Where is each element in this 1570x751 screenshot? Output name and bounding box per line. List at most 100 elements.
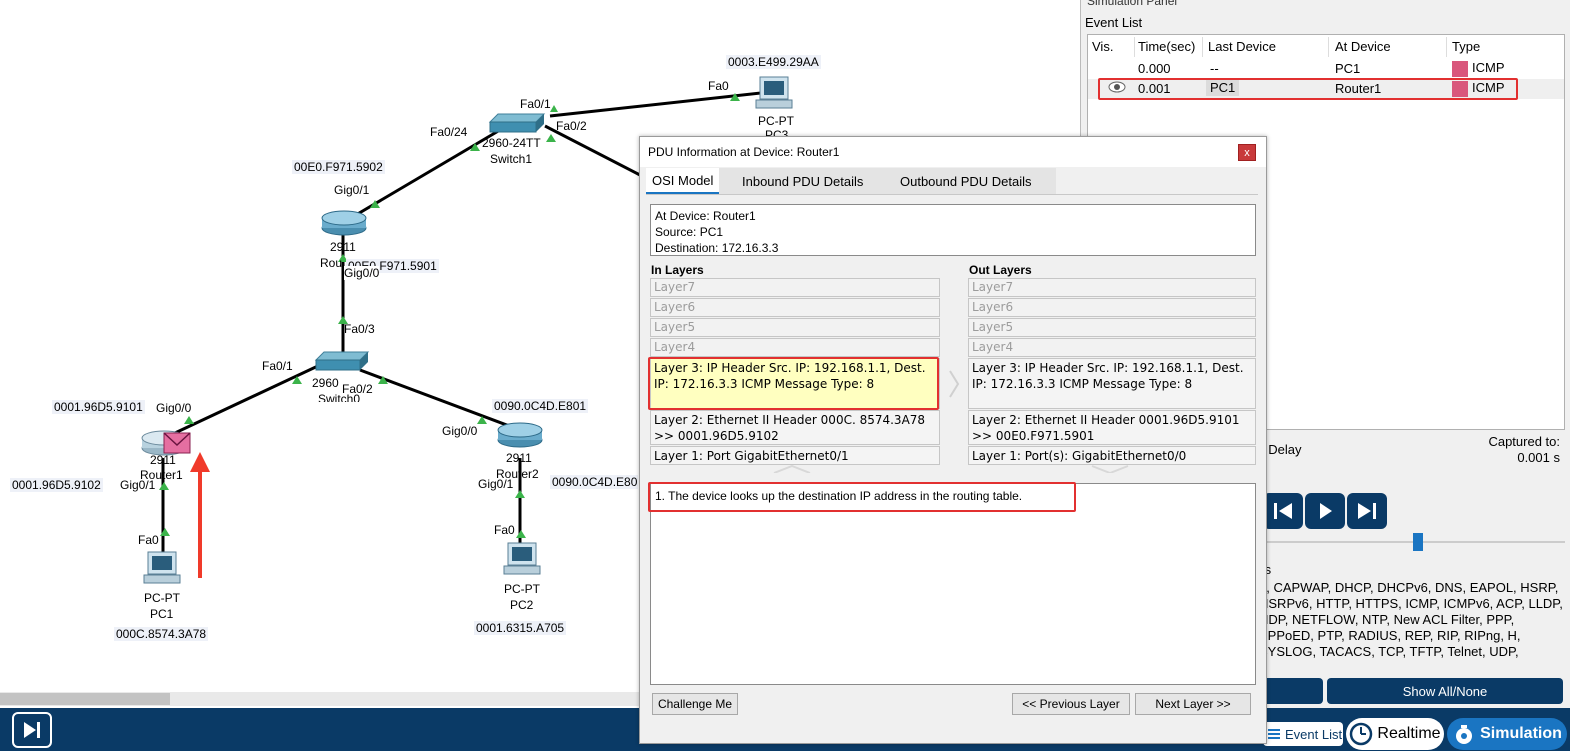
pc2-model-label: PC-PT (504, 582, 540, 596)
event-row[interactable]: 0.000 -- PC1 ICMP (1088, 59, 1564, 79)
pc3-name-label: PC3 (765, 128, 789, 136)
realtime-mode-button[interactable]: Realtime (1346, 718, 1444, 750)
next-layer-button[interactable]: Next Layer >> (1135, 693, 1251, 715)
switch1-icon[interactable] (488, 113, 546, 133)
col-separator (1202, 37, 1203, 57)
router0-mac-top-label: 00E0.F971.5902 (292, 160, 385, 174)
clock-icon (1350, 722, 1373, 746)
pc3-mac-label: 0003.E499.29AA (726, 55, 821, 69)
chevron-down-icon (1091, 465, 1129, 473)
sw0-port-fa0-1-label: Fa0/1 (262, 359, 293, 373)
edit-filters-button[interactable] (1259, 678, 1323, 704)
canvas-horizontal-scrollbar[interactable] (0, 692, 640, 706)
pc2-port-label: Fa0 (494, 523, 515, 537)
tab-osi-model[interactable]: OSI Model (646, 168, 720, 194)
tab-inbound-pdu-details[interactable]: Inbound PDU Details (736, 168, 869, 194)
router2-gig0-1-label: Gig0/1 (478, 477, 514, 491)
out-layer-5[interactable]: Layer5 (968, 318, 1256, 337)
dialog-title: PDU Information at Device: Router1 (648, 145, 840, 159)
scrollbar-thumb[interactable] (0, 693, 170, 705)
dialog-titlebar[interactable]: PDU Information at Device: Router1 x (640, 137, 1266, 167)
out-layers-title: Out Layers (969, 263, 1032, 277)
skip-forward-icon (24, 722, 40, 738)
col-type[interactable]: Type (1452, 39, 1480, 54)
sw1-port-fa0-2-label: Fa0/2 (556, 119, 587, 133)
skip-back-icon (1274, 503, 1292, 519)
router1-gig0-0-label: Gig0/0 (156, 401, 192, 415)
col-last-device[interactable]: Last Device (1208, 39, 1276, 54)
tab-outbound-pdu-details[interactable]: Outbound PDU Details (894, 168, 1038, 194)
pc1-icon[interactable] (143, 551, 181, 584)
back-button[interactable] (1263, 493, 1303, 529)
col-time[interactable]: Time(sec) (1138, 39, 1195, 54)
layer-description-box: 1. The device looks up the destination I… (650, 483, 1256, 685)
col-separator (1328, 37, 1329, 57)
router2-mac-top-label: 0090.0C4D.E801 (492, 399, 589, 413)
tab-divider (646, 194, 1258, 195)
event-list-title: Event List (1085, 15, 1143, 30)
pc2-icon[interactable] (503, 542, 541, 575)
selected-event-highlight (1098, 78, 1518, 100)
in-layer-2[interactable]: Layer 2: Ethernet II Header 000C. 8574.3… (650, 410, 940, 445)
router1-model-label: 2911 (150, 453, 176, 467)
event-list-button[interactable]: Event List (1263, 722, 1343, 746)
out-layer-3[interactable]: Layer 3: IP Header Src. IP: 192.168.1.1,… (968, 358, 1256, 409)
in-layer-7[interactable]: Layer7 (650, 278, 940, 297)
simulation-label: Simulation (1480, 725, 1562, 742)
in-layer-5[interactable]: Layer5 (650, 318, 940, 337)
in-layer-6[interactable]: Layer6 (650, 298, 940, 317)
switch1-model-label: 2960-24TT (482, 136, 541, 150)
out-layer-6[interactable]: Layer6 (968, 298, 1256, 317)
pc1-name-label: PC1 (150, 607, 174, 621)
link-light (184, 416, 194, 424)
out-layer-2[interactable]: Layer 2: Ethernet II Header 0001.96D5.91… (968, 410, 1256, 445)
col-vis[interactable]: Vis. (1092, 39, 1113, 54)
play-button[interactable] (1305, 493, 1345, 529)
in-layer-4[interactable]: Layer4 (650, 338, 940, 357)
show-all-none-button[interactable]: Show All/None (1327, 678, 1563, 704)
event-filters-list: n, CAPWAP, DHCP, DHCPv6, DNS, EAPOL, HSR… (1259, 580, 1563, 659)
pdu-information-dialog: PDU Information at Device: Router1 x OSI… (639, 136, 1267, 744)
sw1-port-fa0-24-label: Fa0/24 (430, 125, 468, 139)
link-sw1-pc3 (549, 90, 771, 118)
link-sw1-router0 (343, 128, 501, 224)
chevron-right-icon (949, 370, 960, 398)
previous-layer-button[interactable]: << Previous Layer (1012, 693, 1130, 715)
slider-thumb[interactable] (1413, 533, 1423, 551)
at-device-text: At Device: Router1 (655, 209, 756, 223)
destination-text: Destination: 172.16.3.3 (655, 241, 779, 255)
pdu-tabs: OSI Model Inbound PDU Details Outbound P… (646, 168, 1056, 194)
pc3-port-label: Fa0 (708, 79, 729, 93)
router2-gig0-0-label: Gig0/0 (442, 424, 478, 438)
simulation-panel-title: Simulation Panel (1087, 0, 1178, 8)
challenge-me-button[interactable]: Challenge Me (652, 693, 738, 715)
col-at-device[interactable]: At Device (1335, 39, 1391, 54)
annotation-arrow-icon (190, 452, 210, 578)
out-layer-1[interactable]: Layer 1: Port(s): GigabitEthernet0/0 (968, 446, 1256, 465)
router0-model-label: 2911 (330, 240, 356, 254)
router2-icon[interactable] (497, 422, 543, 448)
router2-mac-right-label: 0090.0C4D.E802 (550, 475, 638, 489)
capture-forward-button[interactable] (1347, 493, 1387, 529)
router1-gig0-1-label: Gig0/1 (120, 478, 156, 492)
in-layer-1[interactable]: Layer 1: Port GigabitEthernet0/1 (650, 446, 940, 465)
out-layer-7[interactable]: Layer7 (968, 278, 1256, 297)
router0-icon[interactable] (321, 210, 367, 236)
event-last-device: -- (1210, 61, 1219, 76)
sw0-port-fa0-3-label: Fa0/3 (344, 322, 375, 336)
link-light (550, 105, 558, 112)
out-layer-4[interactable]: Layer4 (968, 338, 1256, 357)
pdu-envelope-icon[interactable] (163, 432, 191, 454)
pc3-icon[interactable] (755, 76, 793, 109)
router0-name-label: Router0 (320, 256, 342, 270)
close-button[interactable]: x (1238, 144, 1256, 161)
pc1-mac-label: 000C.8574.3A78 (114, 627, 209, 641)
chevron-up-icon (773, 465, 811, 473)
pc1-port-label: Fa0 (138, 533, 159, 547)
pc3-model-label: PC-PT (758, 114, 794, 128)
step-forward-button[interactable] (12, 712, 52, 748)
event-list-label: Event List (1285, 726, 1343, 742)
switch0-icon[interactable] (314, 351, 370, 371)
simulation-mode-button[interactable]: Simulation (1447, 718, 1567, 750)
link-light (546, 134, 556, 142)
